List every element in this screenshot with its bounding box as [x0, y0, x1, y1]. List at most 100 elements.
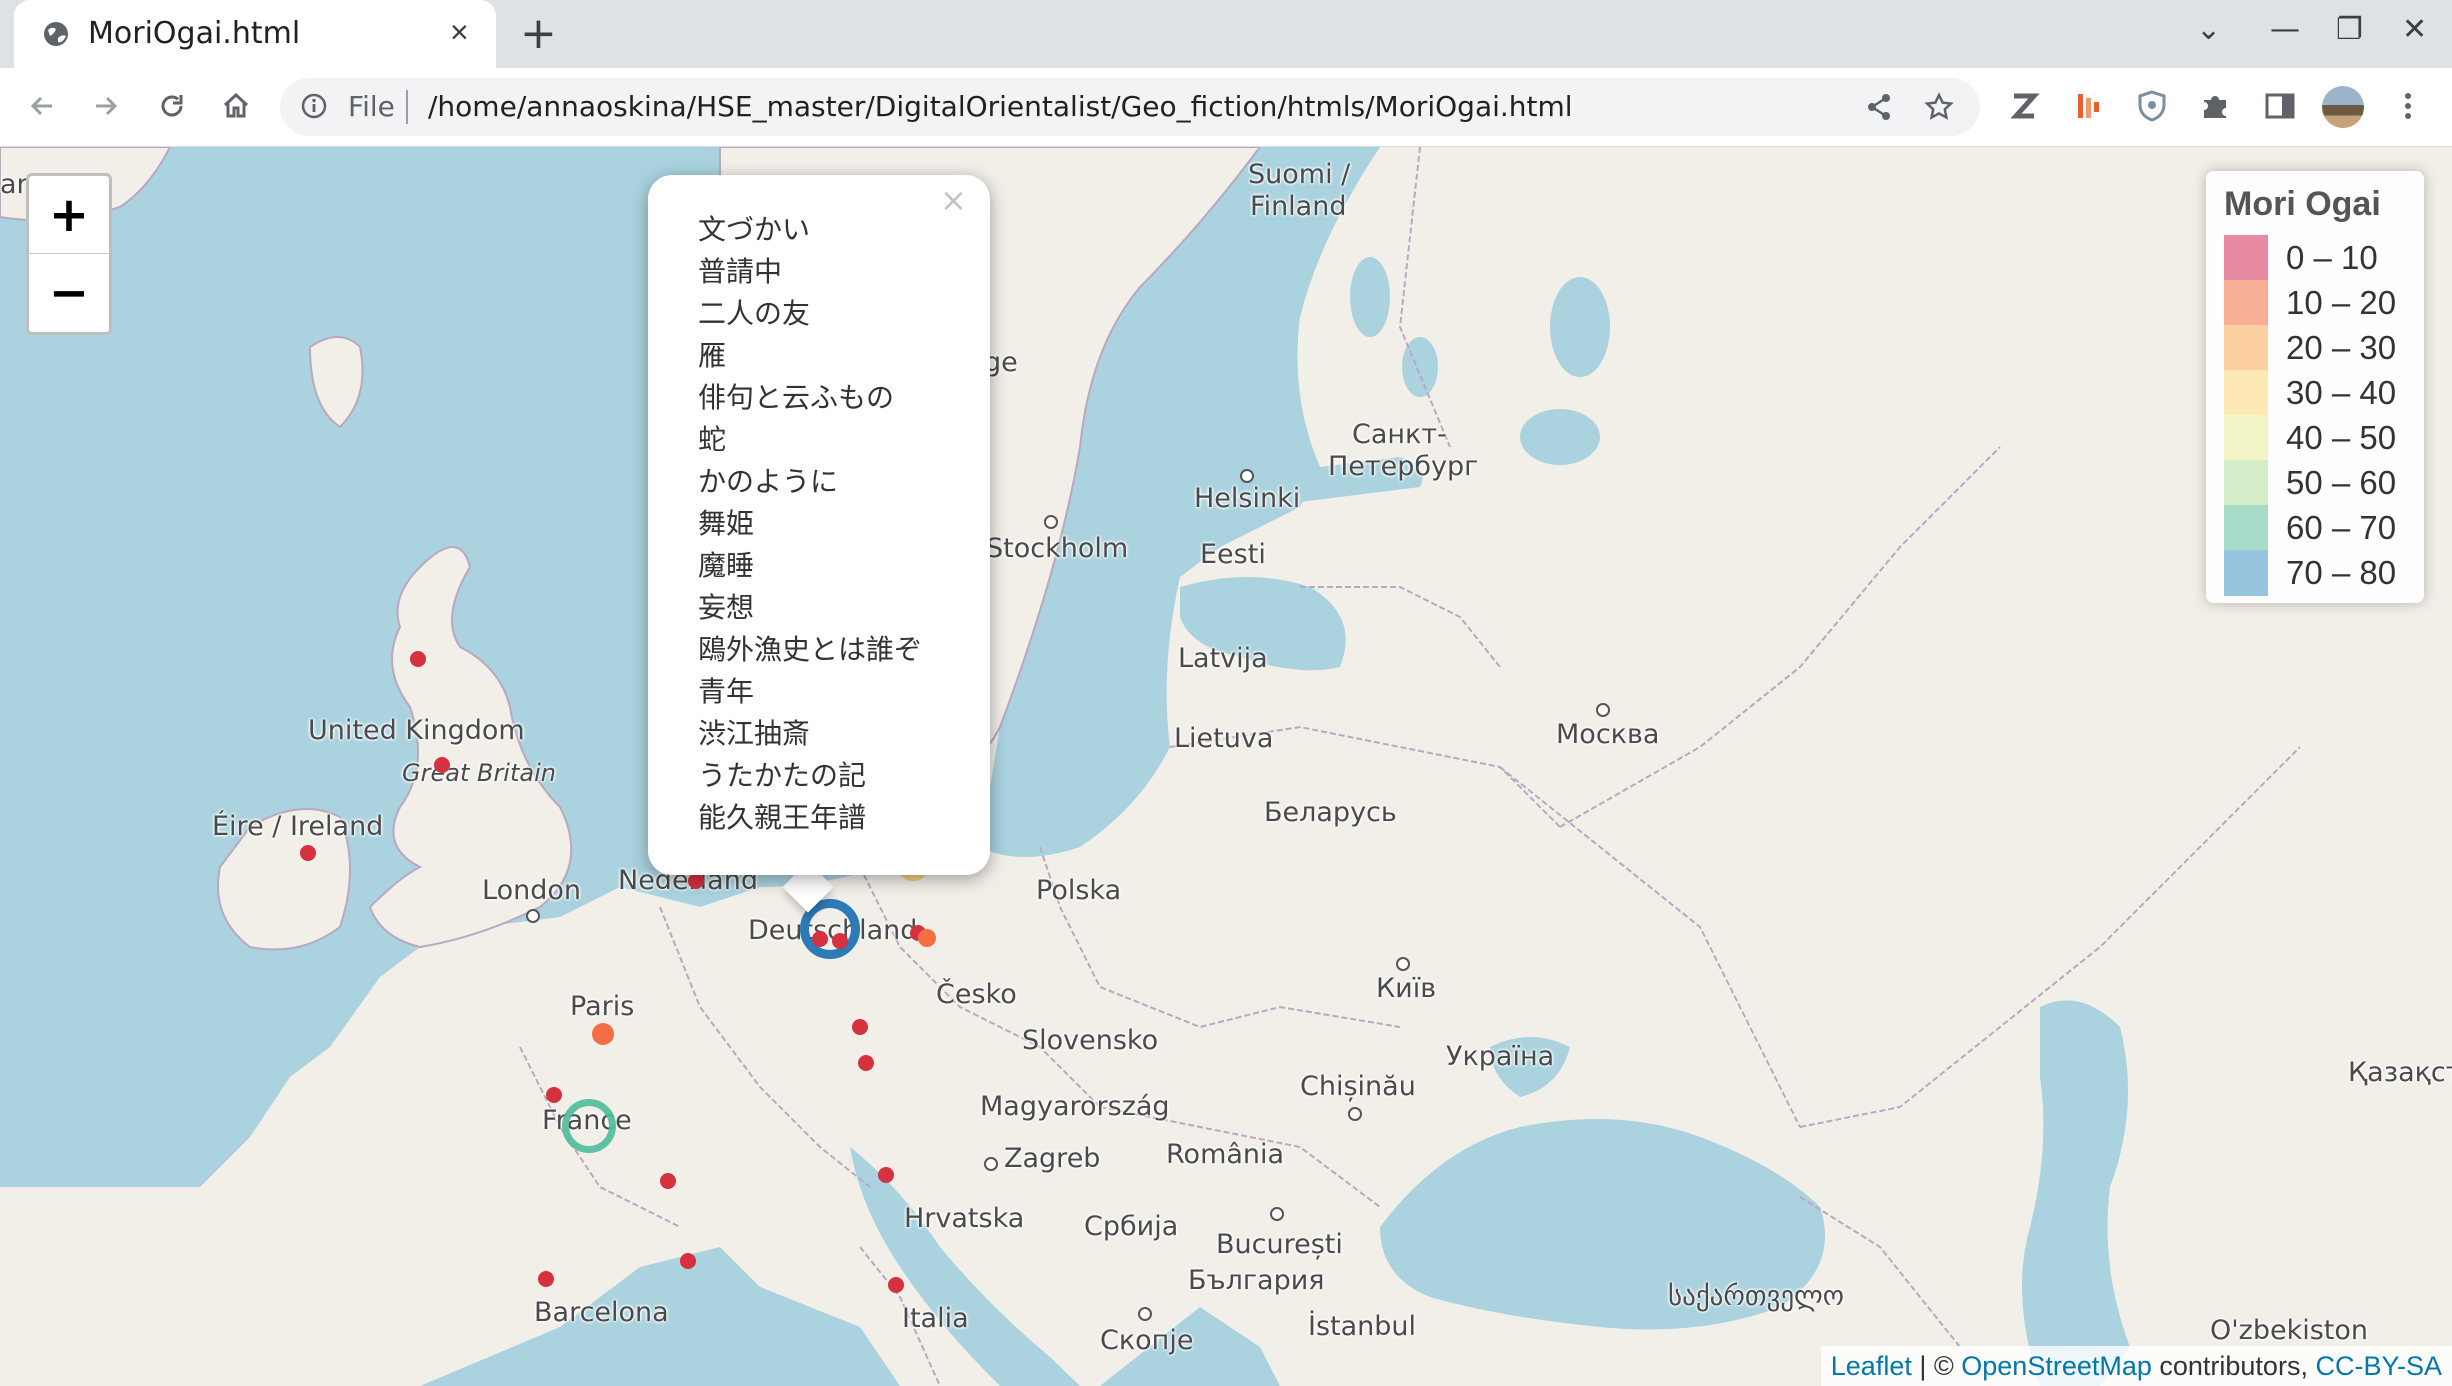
- label-moskva: Москва: [1556, 719, 1660, 750]
- legend-item: 40 – 50: [2224, 415, 2414, 461]
- license-link[interactable]: CC-BY-SA: [2315, 1351, 2442, 1381]
- city-dot-zagreb: [984, 1157, 998, 1171]
- legend-swatch: [2224, 415, 2268, 461]
- popup-item: 雁: [698, 339, 727, 372]
- legend-item: 70 – 80: [2224, 550, 2414, 596]
- tab-close-button[interactable]: ×: [450, 14, 469, 51]
- location-marker[interactable]: [680, 1253, 696, 1269]
- location-marker[interactable]: [660, 1173, 676, 1189]
- label-helsinki: Helsinki: [1194, 483, 1301, 514]
- legend-label: 60 – 70: [2286, 509, 2397, 546]
- popup-item: 鴎外漁史とは誰ぞ: [698, 633, 923, 666]
- location-marker[interactable]: [688, 873, 704, 889]
- legend-label: 10 – 20: [2286, 284, 2397, 321]
- label-cesko: Česko: [936, 979, 1017, 1010]
- puzzle-icon[interactable]: [2198, 88, 2234, 124]
- location-marker[interactable]: [852, 1019, 868, 1035]
- label-uk: United Kingdom: [308, 715, 525, 746]
- extension-z-icon[interactable]: [2006, 88, 2042, 124]
- restore-button[interactable]: ❐: [2336, 12, 2363, 47]
- back-button[interactable]: [20, 84, 64, 128]
- location-marker[interactable]: [888, 1277, 904, 1293]
- location-marker[interactable]: [832, 933, 848, 949]
- sidepanel-icon[interactable]: [2262, 88, 2298, 124]
- legend-item: 50 – 60: [2224, 460, 2414, 506]
- location-marker[interactable]: [562, 1099, 616, 1153]
- legend-swatch: [2224, 325, 2268, 371]
- avatar[interactable]: [2322, 86, 2364, 128]
- legend-item: 10 – 20: [2224, 280, 2414, 326]
- tab-title: MoriOgai.html: [88, 16, 301, 51]
- location-marker[interactable]: [538, 1271, 554, 1287]
- legend-label: 50 – 60: [2286, 464, 2397, 501]
- popup-item: 能久親王年譜: [698, 801, 867, 834]
- zoom-out-button[interactable]: −: [29, 254, 109, 331]
- location-marker[interactable]: [592, 1023, 614, 1045]
- zoom-in-button[interactable]: +: [29, 176, 109, 254]
- location-marker[interactable]: [878, 1167, 894, 1183]
- popup-item: 二人の友: [698, 297, 811, 330]
- label-barcelona: Barcelona: [534, 1297, 669, 1328]
- popup-item: 文づかい: [698, 213, 811, 246]
- popup-item: 渋江抽斎: [698, 717, 811, 750]
- location-marker[interactable]: [434, 757, 450, 773]
- label-london: London: [482, 875, 581, 906]
- city-dot-bucuresti: [1270, 1207, 1284, 1221]
- window-close-button[interactable]: ✕: [2402, 12, 2427, 47]
- label-hrvatska: Hrvatska: [904, 1203, 1025, 1234]
- map-canvas[interactable]: Suomi / Finland Санкт- Петербург Helsink…: [0, 147, 2452, 1386]
- label-skopje: Скопје: [1100, 1325, 1194, 1356]
- location-marker[interactable]: [812, 931, 828, 947]
- label-ukraina: Україна: [1446, 1041, 1555, 1072]
- share-icon[interactable]: [1864, 92, 1894, 122]
- extension-shield-icon[interactable]: [2134, 88, 2170, 124]
- legend-item: 0 – 10: [2224, 235, 2414, 281]
- legend-swatch: [2224, 235, 2268, 281]
- label-istanbul: İstanbul: [1308, 1311, 1417, 1342]
- city-dot-stockholm: [1044, 515, 1058, 529]
- home-button[interactable]: [214, 84, 258, 128]
- location-marker[interactable]: [858, 1055, 874, 1071]
- home-icon: [223, 92, 249, 118]
- legend-label: 30 – 40: [2286, 374, 2397, 411]
- map-attribution: Leaflet | © OpenStreetMap contributors, …: [1820, 1346, 2452, 1386]
- osm-link[interactable]: OpenStreetMap: [1961, 1351, 2152, 1381]
- new-tab-button[interactable]: +: [520, 10, 557, 58]
- location-marker[interactable]: [546, 1087, 562, 1103]
- extension-bar-icon[interactable]: [2070, 88, 2106, 124]
- tab-search-button[interactable]: ⌄: [2196, 12, 2221, 47]
- location-marker[interactable]: [410, 651, 426, 667]
- url-text[interactable]: /home/annaoskina/HSE_master/DigitalOrien…: [428, 90, 1573, 123]
- location-marker[interactable]: [300, 845, 316, 861]
- label-chisinau: Chișinău: [1300, 1071, 1416, 1102]
- reload-icon: [161, 95, 183, 117]
- popup-item: うたかたの記: [698, 759, 867, 792]
- back-icon: [30, 96, 52, 116]
- label-stockholm: Stockholm: [986, 533, 1129, 564]
- url-divider: [406, 90, 408, 124]
- info-icon[interactable]: [300, 92, 328, 120]
- popup-item: 青年: [698, 675, 755, 708]
- label-ireland: Éire / Ireland: [212, 811, 384, 842]
- forward-button[interactable]: [84, 84, 128, 128]
- attribution-separator: | ©: [1911, 1351, 1962, 1381]
- label-kazakh: Қазақст: [2348, 1057, 2452, 1088]
- minimize-button[interactable]: —: [2270, 12, 2300, 47]
- browser-tab[interactable]: MoriOgai.html ×: [14, 0, 496, 68]
- label-polska: Polska: [1036, 875, 1122, 906]
- location-marker[interactable]: [918, 929, 936, 947]
- city-dot-kyiv: [1396, 957, 1410, 971]
- label-finland: Finland: [1250, 191, 1347, 222]
- zoom-control: + −: [26, 173, 112, 335]
- menu-icon[interactable]: [2390, 88, 2426, 124]
- legend-swatch: [2224, 505, 2268, 551]
- reload-button[interactable]: [150, 84, 194, 128]
- address-bar[interactable]: File /home/annaoskina/HSE_master/Digital…: [280, 78, 1980, 136]
- label-georgia: საქართველო: [1668, 1281, 1845, 1312]
- legend-swatch: [2224, 370, 2268, 416]
- popup-item: 俳句と云ふもの: [698, 381, 895, 414]
- legend-swatch: [2224, 460, 2268, 506]
- popup-close-button[interactable]: ×: [940, 181, 967, 219]
- leaflet-link[interactable]: Leaflet: [1831, 1351, 1912, 1381]
- star-icon[interactable]: [1924, 92, 1954, 122]
